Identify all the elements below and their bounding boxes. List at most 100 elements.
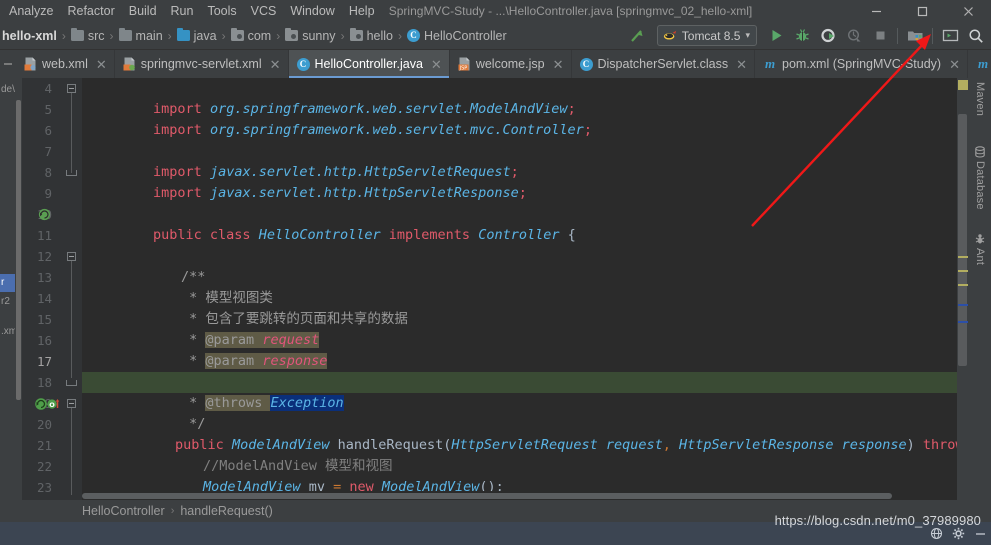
code-line-22[interactable]: ModelAndView mv = new ModelAndView();	[82, 456, 957, 495]
code-line-9[interactable]	[82, 183, 957, 204]
menu-analyze[interactable]: Analyze	[2, 0, 60, 22]
breadcrumb-item-class[interactable]: C HelloController	[404, 29, 510, 43]
class-icon: C	[406, 29, 420, 42]
breadcrumb-item-main[interactable]: main	[116, 28, 166, 43]
left-scrollbar-thumb[interactable]	[16, 100, 21, 400]
close-icon[interactable]: ✕	[270, 58, 281, 71]
breadcrumb-item-project[interactable]: hello-xml	[1, 29, 60, 43]
code-line-18-current[interactable]: * @throws Exception	[82, 372, 957, 411]
inspection-status-indicator[interactable]	[958, 80, 968, 90]
menu-run[interactable]: Run	[164, 0, 201, 22]
editor-tab-bar: web.xml ✕ springmvc-servlet.xml ✕ C Hell…	[0, 50, 991, 78]
code-line-21[interactable]: //ModelAndView 模型和视图	[82, 435, 957, 474]
occurrence-marker[interactable]	[958, 321, 968, 323]
close-icon[interactable]: ✕	[96, 58, 107, 71]
close-icon[interactable]: ✕	[949, 58, 960, 71]
warning-marker[interactable]	[958, 284, 968, 286]
occurrence-marker[interactable]	[958, 304, 968, 306]
code-line-17[interactable]: * @return	[82, 351, 957, 390]
terminal-button[interactable]	[937, 23, 963, 49]
editor-gutter[interactable]: 4 5 6 7 8 9 10 11 12 13 14 15 16 17 18 1…	[22, 78, 82, 500]
toolwindow-ant[interactable]: Ant	[969, 233, 991, 265]
vertical-scrollbar-thumb[interactable]	[958, 114, 967, 366]
package-icon	[285, 28, 299, 41]
structure-breadcrumb-method[interactable]: handleRequest()	[180, 504, 272, 518]
main-toolbar: Tomcat 8.5 ▾	[625, 22, 991, 50]
editor-marker-column[interactable]	[957, 78, 969, 500]
code-line-12[interactable]: /**	[82, 246, 957, 285]
tab-overflow[interactable]: m	[968, 50, 991, 78]
code-line-5[interactable]: import org.springframework.web.servlet.m…	[82, 99, 957, 138]
code-line-6[interactable]	[82, 120, 957, 141]
code-line-14[interactable]: * 包含了要跳转的页面和共享的数据	[82, 288, 957, 327]
maximize-button[interactable]	[899, 0, 945, 22]
menu-build[interactable]: Build	[122, 0, 164, 22]
breadcrumb-item-sunny[interactable]: sunny	[282, 28, 338, 43]
folder-icon	[70, 28, 84, 41]
code-editor[interactable]: import org.springframework.web.servlet.M…	[82, 78, 957, 500]
toolwindow-maven[interactable]: Maven	[969, 82, 991, 116]
fold-toggle-end[interactable]	[66, 162, 77, 183]
breadcrumb-item-java[interactable]: java	[174, 28, 220, 43]
code-line-20[interactable]: public ModelAndView handleRequest(HttpSe…	[82, 414, 957, 453]
code-line-16[interactable]: * @param response	[82, 330, 957, 369]
horizontal-scrollbar-thumb[interactable]	[82, 493, 892, 499]
warning-marker[interactable]	[958, 270, 968, 272]
implements-method-icon[interactable]: O	[34, 397, 62, 416]
structure-breadcrumb-class[interactable]: HelloController	[82, 504, 165, 518]
toolwindow-database[interactable]: Database	[969, 146, 991, 210]
code-line-15[interactable]: * @param request	[82, 309, 957, 348]
tab-hellocontroller-java[interactable]: C HelloController.java ✕	[288, 50, 450, 78]
globe-icon[interactable]	[925, 522, 947, 545]
fold-toggle-end[interactable]	[66, 372, 77, 393]
fold-toggle[interactable]	[66, 78, 77, 99]
gear-icon[interactable]	[947, 522, 969, 545]
right-toolwindow-strip: Maven Database Ant	[969, 78, 991, 500]
code-line-11[interactable]	[82, 225, 957, 246]
profile-button[interactable]	[841, 23, 867, 49]
menu-window[interactable]: Window	[283, 0, 341, 22]
code-line-13[interactable]: * 模型视图类	[82, 267, 957, 306]
breadcrumb-item-com[interactable]: com	[228, 28, 275, 43]
close-icon[interactable]: ✕	[553, 58, 564, 71]
menu-refactor[interactable]: Refactor	[60, 0, 121, 22]
fold-toggle[interactable]	[66, 246, 77, 267]
breadcrumb-item-hello[interactable]: hello	[347, 28, 396, 43]
tab-pom-xml[interactable]: m pom.xml (SpringMVC-Study) ✕	[755, 50, 968, 78]
search-everywhere-button[interactable]	[963, 23, 989, 49]
horizontal-scrollbar[interactable]	[82, 491, 957, 500]
project-structure-button[interactable]	[902, 23, 928, 49]
hide-tabs-icon[interactable]	[0, 50, 16, 78]
close-icon[interactable]: ✕	[736, 58, 747, 71]
tab-dispatcherservlet-class[interactable]: C DispatcherServlet.class ✕	[572, 50, 756, 78]
fold-toggle[interactable]	[66, 393, 77, 414]
tab-welcome-jsp[interactable]: JSP welcome.jsp ✕	[450, 50, 572, 78]
code-line-10[interactable]: public class HelloController implements …	[82, 204, 957, 243]
close-icon[interactable]: ✕	[431, 58, 442, 71]
update-project-button[interactable]	[625, 23, 651, 49]
run-with-coverage-button[interactable]	[815, 23, 841, 49]
minimize-statusbar-icon[interactable]	[969, 522, 991, 545]
code-line-4[interactable]: import org.springframework.web.servlet.M…	[82, 78, 957, 117]
menu-vcs[interactable]: VCS	[244, 0, 284, 22]
run-button[interactable]	[763, 23, 789, 49]
minimize-button[interactable]	[853, 0, 899, 22]
warning-marker[interactable]	[958, 256, 968, 258]
run-configuration-selector[interactable]: Tomcat 8.5 ▾	[656, 25, 757, 46]
code-line-8[interactable]: import javax.servlet.http.HttpServletRes…	[82, 162, 957, 201]
code-line-7[interactable]: import javax.servlet.http.HttpServletReq…	[82, 141, 957, 180]
code-line-19[interactable]: */	[82, 393, 957, 432]
close-button[interactable]	[945, 0, 991, 22]
breadcrumb-left-padding	[0, 500, 22, 522]
breadcrumb-item-src[interactable]: src	[68, 28, 108, 43]
breadcrumb-separator: ›	[61, 28, 66, 43]
recursive-call-icon[interactable]	[38, 208, 51, 226]
stop-button[interactable]	[867, 23, 893, 49]
debug-button[interactable]	[789, 23, 815, 49]
menu-help[interactable]: Help	[342, 0, 382, 22]
tab-web-xml[interactable]: web.xml ✕	[16, 50, 115, 78]
menu-tools[interactable]: Tools	[200, 0, 243, 22]
tab-springmvc-servlet-xml[interactable]: springmvc-servlet.xml ✕	[115, 50, 289, 78]
left-scrollbar[interactable]	[15, 78, 22, 500]
menu-vcs-label: VCS	[250, 4, 277, 18]
